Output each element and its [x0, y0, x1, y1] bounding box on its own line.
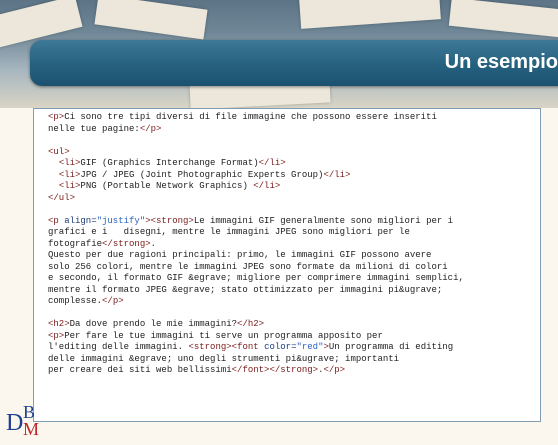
code-tag: </ul>: [48, 192, 76, 203]
code-text: .: [150, 238, 157, 249]
code-tag: <h2>: [48, 319, 70, 329]
code-text: solo 256 colori, mentre le immagini JPEG…: [48, 261, 448, 272]
code-tag: <li>: [58, 181, 81, 191]
code-tag: <strong><font: [188, 342, 265, 352]
code-text: Da dove prendo le mie immagini?: [69, 319, 238, 329]
code-line: fotografie</strong>.: [48, 239, 538, 251]
code-tag: </strong>: [102, 238, 151, 249]
logo-letter-m: M: [23, 419, 40, 439]
code-tag: </h2>: [237, 319, 265, 329]
code-tag: <p>: [48, 330, 65, 341]
slide: Un esempio <p>Ci sono tre tipi diversi d…: [0, 0, 558, 445]
code-text: Per fare le tue immagini ti serve un pro…: [64, 330, 383, 341]
code-tag: <ul>: [48, 146, 70, 157]
code-line: complesse.</p>: [48, 296, 538, 308]
paper-sheet-decoration: [299, 0, 441, 29]
code-text: l'editing delle immagini.: [48, 342, 189, 352]
code-line: Questo per due ragioni principali: primo…: [48, 250, 538, 262]
title-bar: Un esempio: [30, 40, 558, 86]
code-line: l'editing delle immagini. <strong><font …: [48, 342, 538, 354]
code-line: grafici e i disegni, mentre le immagini …: [48, 227, 538, 239]
code-text: Questo per due ragioni principali: primo…: [48, 250, 432, 260]
code-line: <ul>: [48, 147, 538, 159]
code-text: e secondo, il formato GIF &egrave; migli…: [48, 273, 464, 283]
code-tag: </p>: [102, 296, 124, 306]
code-line: nelle tue pagine:</p>: [48, 124, 538, 136]
code-text: nelle tue pagine:: [48, 123, 140, 134]
code-line: <p align="justify"><strong>Le immagini G…: [48, 216, 538, 228]
dbm-logo: D B M: [6, 402, 54, 442]
code-tag: </p>: [139, 123, 162, 134]
code-text: mentre il formato JPEG &egrave; stato ot…: [48, 284, 443, 295]
html-code-listing: <p>Ci sono tre tipi diversi di file imma…: [48, 112, 538, 377]
code-tag: ><strong>: [145, 215, 194, 226]
code-text: fotografie: [48, 238, 103, 249]
code-tag: </li>: [323, 169, 351, 180]
code-tag: <p>: [48, 112, 65, 122]
code-value: "justify": [96, 215, 146, 226]
code-tag: <li>: [58, 169, 81, 180]
code-text: per creare dei siti web bellissimi: [48, 365, 232, 375]
code-tag: </li>: [253, 181, 281, 191]
code-line: <li>PNG (Portable Network Graphics) </li…: [48, 181, 538, 193]
paper-sheet-decoration: [448, 0, 558, 39]
code-line: <li>JPG / JPEG (Joint Photographic Exper…: [48, 170, 538, 182]
code-text: complesse.: [48, 296, 103, 306]
code-attribute: align=: [64, 215, 97, 226]
code-line: <h2>Da dove prendo le mie immagini?</h2>: [48, 319, 538, 331]
code-text: delle immagini &egrave; uno degli strume…: [48, 353, 400, 364]
logo-letter-d: D: [6, 410, 24, 436]
code-text: Un programma di editing: [328, 342, 454, 352]
code-tag: <li>: [58, 158, 81, 168]
code-tag: </p>: [323, 365, 346, 375]
code-line: <li>GIF (Graphics Interchange Format)</l…: [48, 158, 538, 170]
code-tag: </font></strong>: [231, 365, 319, 375]
code-line: <p>Per fare le tue immagini ti serve un …: [48, 331, 538, 343]
code-line: solo 256 colori, mentre le immagini JPEG…: [48, 262, 538, 274]
paper-sheet-decoration: [94, 0, 208, 40]
code-attribute: color=: [264, 342, 297, 352]
code-line: </ul>: [48, 193, 538, 205]
code-text: Le immagini GIF generalmente sono miglio…: [193, 215, 454, 226]
code-line: e secondo, il formato GIF &egrave; migli…: [48, 273, 538, 285]
code-text: PNG (Portable Network Graphics): [80, 181, 254, 191]
code-text: Ci sono tre tipi diversi di file immagin…: [64, 112, 437, 122]
code-tag: <p: [48, 215, 65, 226]
code-line: per creare dei siti web bellissimi</font…: [48, 365, 538, 377]
code-text: JPG / JPEG (Joint Photographic Experts G…: [80, 169, 324, 180]
code-line: delle immagini &egrave; uno degli strume…: [48, 354, 538, 366]
code-text: grafici e i disegni, mentre le immagini …: [48, 227, 410, 237]
code-text: GIF (Graphics Interchange Format): [80, 158, 259, 168]
slide-title: Un esempio: [444, 51, 558, 73]
code-value: "red": [296, 342, 324, 352]
code-line: <p>Ci sono tre tipi diversi di file imma…: [48, 112, 538, 124]
code-tag: </li>: [258, 158, 286, 168]
code-line: mentre il formato JPEG &egrave; stato ot…: [48, 285, 538, 297]
